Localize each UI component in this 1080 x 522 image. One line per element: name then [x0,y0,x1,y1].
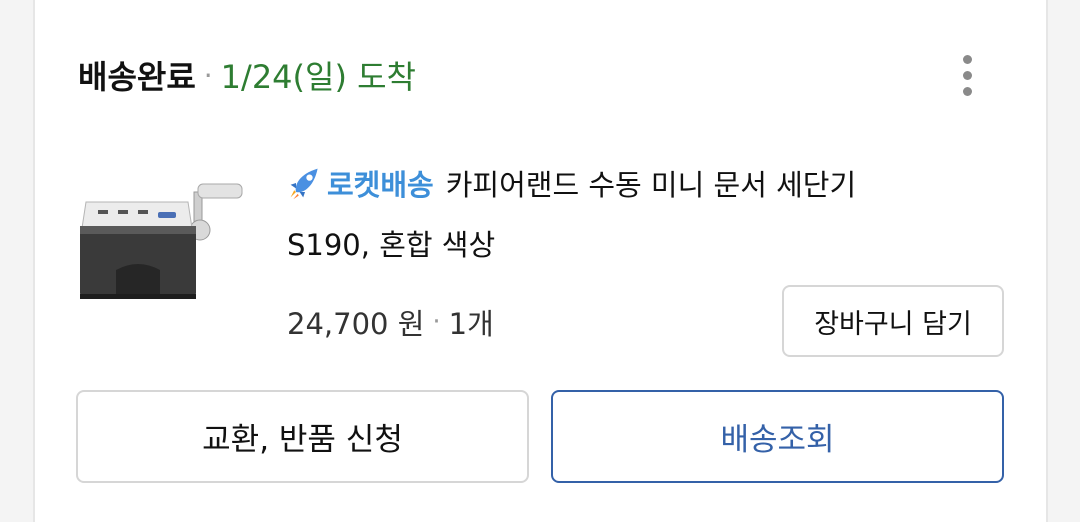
product-price: 24,700 원 [287,307,425,341]
add-to-cart-button[interactable]: 장바구니 담기 [782,285,1004,357]
rocket-delivery-badge: 로켓배송 [327,168,434,202]
arrival-date: 1/24(일) 도착 [220,58,416,96]
product-image[interactable] [76,170,246,305]
product-quantity: 1개 [448,307,494,341]
exchange-return-button[interactable]: 교환, 반품 신청 [76,390,529,483]
product-name: 카피어랜드 수동 미니 문서 세단기 [445,168,857,202]
status-separator: · [203,58,213,92]
product-title[interactable]: 로켓배송 카피어랜드 수동 미니 문서 세단기 S190, 혼합 색상 [287,158,987,262]
track-delivery-button[interactable]: 배송조회 [551,390,1004,483]
delivery-status: 배송완료 [78,58,196,96]
price-row: 24,700 원 · 1개 [287,300,494,344]
order-status-row: 배송완료 · 1/24(일) 도착 [78,50,416,100]
rocket-icon [290,168,318,200]
more-vertical-icon [962,54,972,64]
product-option: S190, 혼합 색상 [287,228,496,262]
price-separator: · [432,307,441,337]
more-options-button[interactable] [950,50,984,100]
